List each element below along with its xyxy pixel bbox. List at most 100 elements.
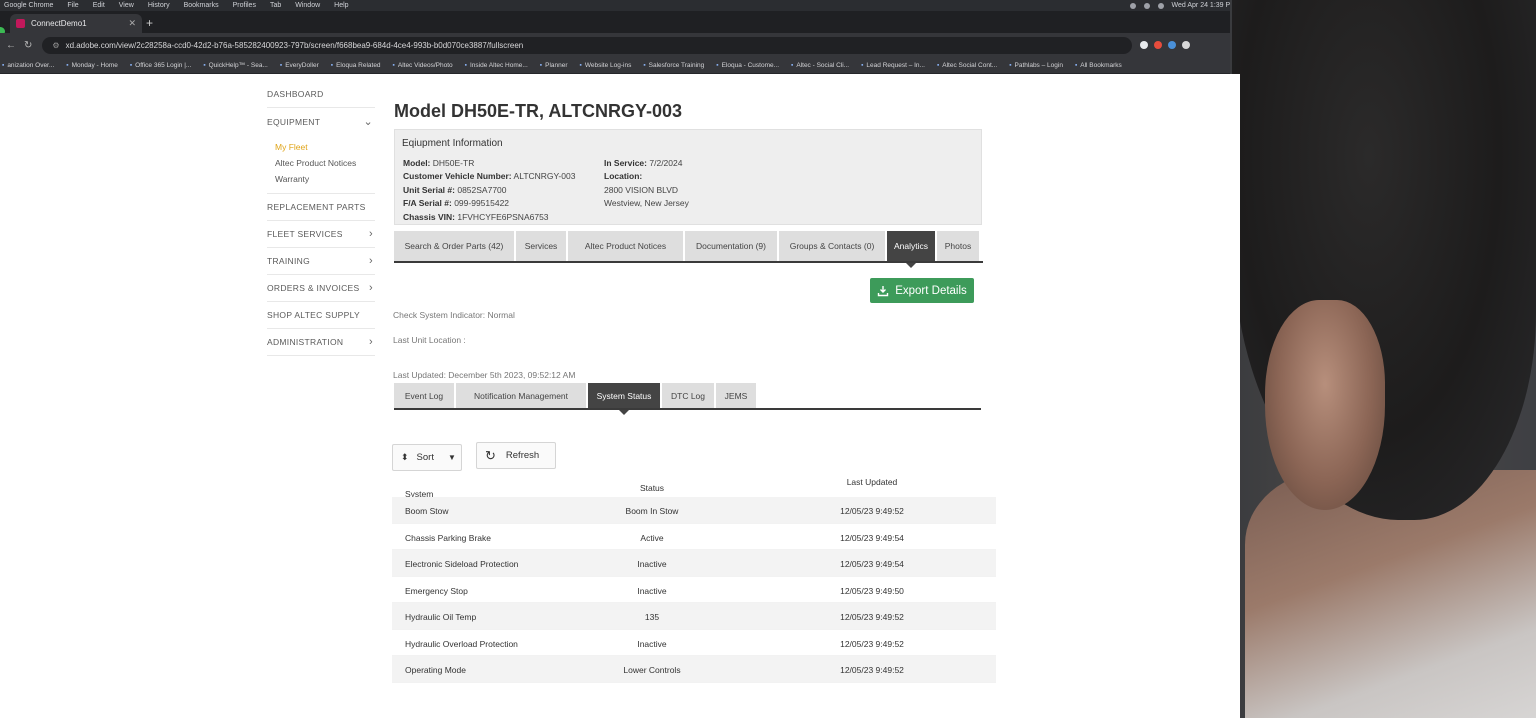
bookmark-item[interactable]: Monday - Home — [66, 62, 118, 69]
new-tab-button[interactable]: + — [146, 16, 153, 30]
column-header-last-updated[interactable]: Last Updated — [812, 477, 932, 487]
sidebar-subitem-my-fleet[interactable]: My Fleet — [267, 139, 375, 155]
sidebar-item-label: SHOP ALTEC SUPPLY — [267, 310, 360, 320]
browser-tab[interactable]: ConnectDemo1 ✕ — [10, 14, 142, 33]
bookmark-item[interactable]: Website Log-ins — [580, 62, 632, 69]
sidebar-item-label: EQUIPMENT — [267, 116, 321, 127]
table-row[interactable]: Chassis Parking Brake Active 12/05/23 9:… — [392, 524, 996, 550]
subtab-notification-management[interactable]: Notification Management — [456, 383, 588, 408]
menu-help[interactable]: Help — [334, 2, 348, 9]
browser-toolbar: ← ↻ ⚙ xd.adobe.com/view/2c28258a-ccd0-42… — [0, 33, 1240, 57]
chevron-down-icon[interactable]: ⌄ — [363, 115, 373, 128]
location-label: Location: — [604, 171, 643, 182]
sidebar-item-administration[interactable]: ADMINISTRATION › — [267, 329, 375, 356]
table-row[interactable]: Hydraulic Oil Temp 135 12/05/23 9:49:52 — [392, 603, 996, 630]
menu-window[interactable]: Window — [295, 2, 320, 9]
tab-photos[interactable]: Photos — [937, 231, 981, 261]
bookmark-item[interactable]: Altec Videos/Photo — [393, 62, 453, 69]
vin-value: 1FVHCYFE6PSNA6753 — [457, 211, 549, 222]
battery-icon[interactable] — [1143, 2, 1150, 9]
sidebar-subitem-warranty[interactable]: Warranty — [267, 171, 375, 187]
bookmark-item[interactable]: All Bookmarks — [1075, 62, 1122, 69]
bookmark-item[interactable]: Eloqua - Custome... — [716, 62, 779, 69]
address-bar[interactable]: ⚙ xd.adobe.com/view/2c28258a-ccd0-42d2-b… — [42, 36, 1133, 54]
page-title: Model DH50E-TR, ALTCNRGY-003 — [394, 101, 683, 121]
subtab-event-log[interactable]: Event Log — [394, 383, 456, 408]
sidebar-nav: DASHBOARD EQUIPMENT ⌄ My Fleet Altec Pro… — [267, 81, 375, 356]
cell-status: Boom In Stow — [625, 506, 679, 516]
chevron-right-icon[interactable]: › — [369, 255, 373, 267]
caret-down-icon: ▼ — [447, 453, 456, 462]
tab-services[interactable]: Services — [516, 231, 568, 261]
menu-edit[interactable]: Edit — [93, 2, 105, 9]
tab-search-order-parts[interactable]: Search & Order Parts (42) — [394, 231, 516, 261]
cell-last-updated: 12/05/23 9:49:52 — [840, 612, 904, 622]
bookmark-item[interactable]: Altec Social Cont... — [937, 62, 997, 69]
menu-profiles[interactable]: Profiles — [233, 2, 256, 9]
chevron-right-icon[interactable]: › — [369, 336, 373, 348]
tab-documentation[interactable]: Documentation (9) — [685, 231, 779, 261]
table-row[interactable]: Hydraulic Overload Protection Inactive 1… — [392, 630, 996, 656]
table-row[interactable]: Boom Stow Boom In Stow 12/05/23 9:49:52 — [392, 497, 996, 524]
sidebar-subitem-product-notices[interactable]: Altec Product Notices — [267, 155, 375, 171]
tab-product-notices[interactable]: Altec Product Notices — [568, 231, 685, 261]
menu-history[interactable]: History — [148, 2, 170, 9]
chevron-right-icon[interactable]: › — [369, 282, 373, 294]
site-info-icon[interactable]: ⚙ — [52, 41, 59, 50]
location-line1: 2800 VISION BLVD — [604, 184, 679, 195]
sidebar-item-training[interactable]: TRAINING › — [267, 248, 375, 275]
column-header-status[interactable]: Status — [602, 483, 702, 493]
menu-bookmarks[interactable]: Bookmarks — [184, 2, 219, 9]
refresh-button[interactable]: ↻ Refresh — [476, 442, 556, 469]
bookmark-item[interactable]: Eloqua Related — [331, 62, 380, 69]
sort-button[interactable]: ⬍ Sort ▼ — [392, 444, 462, 471]
menu-app[interactable]: Google Chrome — [4, 2, 53, 9]
check-system-indicator: Check System Indicator: Normal — [393, 310, 515, 320]
chevron-right-icon[interactable]: › — [369, 228, 373, 240]
profile-icon[interactable] — [1182, 41, 1191, 49]
menu-tab[interactable]: Tab — [270, 2, 281, 9]
bookmark-item[interactable]: Pathlabs – Login — [1009, 62, 1063, 69]
sidebar-item-orders-invoices[interactable]: ORDERS & INVOICES › — [267, 275, 375, 302]
bookmark-item[interactable]: Planner — [540, 62, 567, 69]
subtab-system-status[interactable]: System Status — [588, 383, 662, 415]
subtab-jems[interactable]: JEMS — [716, 383, 758, 408]
sidebar-item-replacement-parts[interactable]: REPLACEMENT PARTS — [267, 194, 375, 221]
cell-status: Active — [640, 532, 664, 543]
sidebar-item-label: ADMINISTRATION — [267, 337, 344, 347]
menubar-status: Wed Apr 24 1:39 PM — [1129, 2, 1236, 9]
table-row[interactable]: Electronic Sideload Protection Inactive … — [392, 550, 996, 577]
bookmark-item[interactable]: Lead Request – In... — [861, 62, 925, 69]
sidebar-item-shop-altec-supply[interactable]: SHOP ALTEC SUPPLY — [267, 302, 375, 329]
bookmark-item[interactable]: anization Over... — [2, 62, 54, 69]
subtab-dtc-log[interactable]: DTC Log — [662, 383, 716, 408]
close-tab-icon[interactable]: ✕ — [128, 18, 136, 29]
bookmark-item[interactable]: EveryDoller — [280, 62, 319, 69]
search-icon[interactable] — [1157, 2, 1164, 9]
web-page: DASHBOARD EQUIPMENT ⌄ My Fleet Altec Pro… — [0, 74, 1240, 718]
tab-groups-contacts[interactable]: Groups & Contacts (0) — [779, 231, 887, 261]
bookmark-star-icon[interactable] — [1140, 41, 1149, 49]
extension-icon[interactable] — [1168, 41, 1177, 49]
menu-file[interactable]: File — [67, 2, 78, 9]
wifi-icon[interactable] — [1129, 2, 1136, 9]
mac-menubar: Google Chrome File Edit View History Boo… — [0, 0, 1240, 11]
bookmark-item[interactable]: Office 365 Login |... — [130, 62, 191, 69]
bookmark-item[interactable]: QuickHelp™ - Sea... — [203, 62, 268, 69]
fa-serial-label: F/A Serial #: — [403, 198, 452, 209]
menu-view[interactable]: View — [119, 2, 134, 9]
sidebar-item-equipment[interactable]: EQUIPMENT ⌄ — [267, 108, 375, 135]
sidebar-item-fleet-services[interactable]: FLEET SERVICES › — [267, 221, 375, 248]
bookmark-item[interactable]: Inside Altec Home... — [465, 62, 528, 69]
sidebar-item-dashboard[interactable]: DASHBOARD — [267, 81, 375, 108]
export-details-button[interactable]: Export Details — [870, 278, 974, 303]
table-row[interactable]: Emergency Stop Inactive 12/05/23 9:49:50 — [392, 577, 996, 603]
back-icon[interactable]: ← — [6, 40, 16, 51]
extension-icon[interactable] — [1154, 41, 1163, 49]
bookmark-item[interactable]: Altec - Social Cli... — [791, 62, 849, 69]
bookmark-item[interactable]: Salesforce Training — [643, 62, 705, 69]
reload-icon[interactable]: ↻ — [24, 40, 32, 51]
tab-analytics[interactable]: Analytics — [887, 231, 937, 268]
sidebar-item-label: TRAINING — [267, 256, 311, 266]
table-row[interactable]: Operating Mode Lower Controls 12/05/23 9… — [392, 656, 996, 683]
